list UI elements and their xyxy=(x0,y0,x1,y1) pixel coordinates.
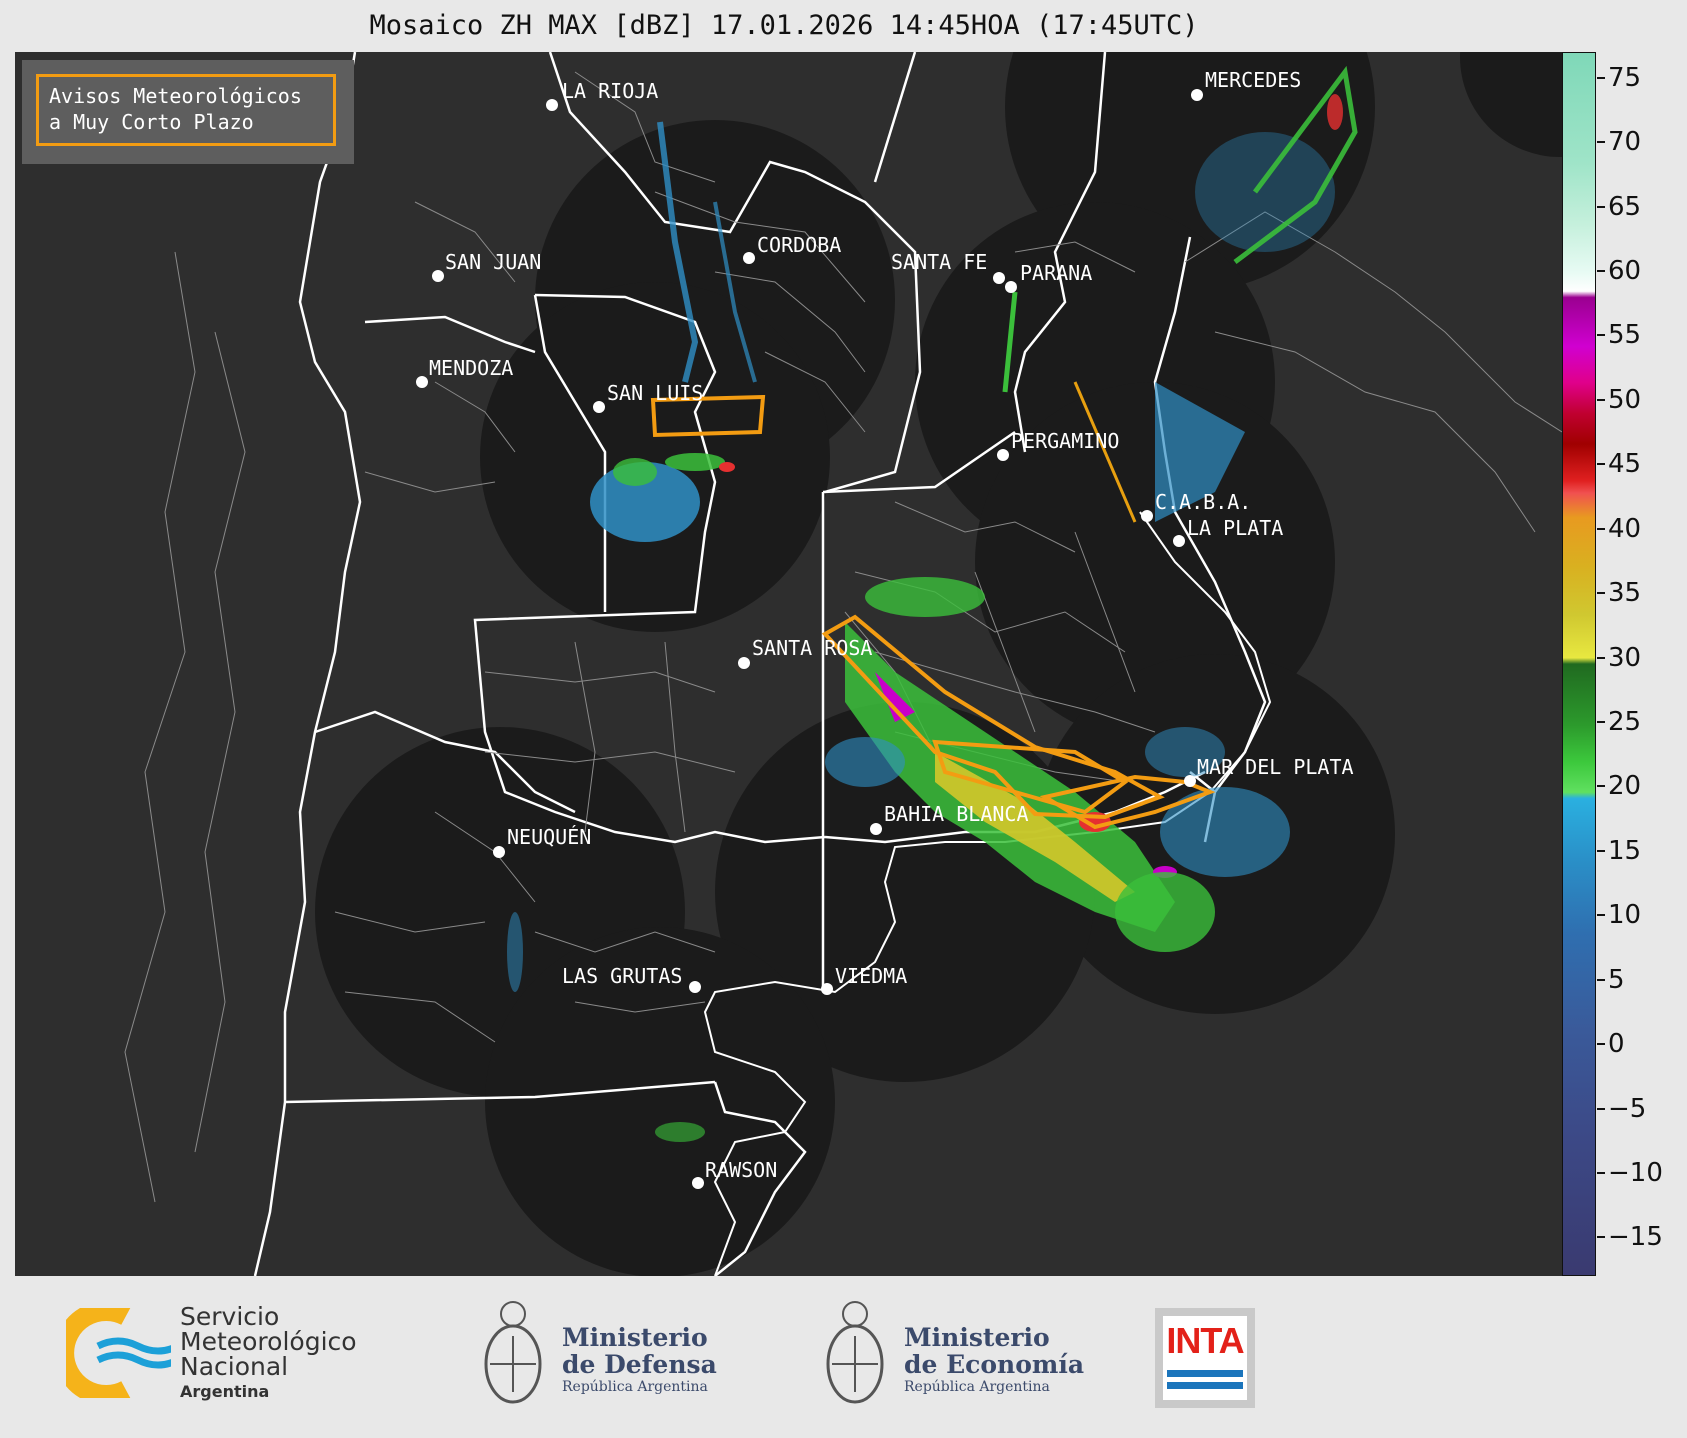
defensa-line-2: de Defensa xyxy=(562,1350,717,1379)
colorbar-tick-label: 70 xyxy=(1608,127,1642,158)
colorbar-tick xyxy=(1597,463,1605,466)
colorbar-tick xyxy=(1597,334,1605,337)
colorbar-tick-label: 60 xyxy=(1608,256,1642,287)
colorbar-tick-label: 15 xyxy=(1608,835,1642,866)
city-label: NEUQUÉN xyxy=(507,825,591,849)
colorbar-tick-label: 65 xyxy=(1608,191,1642,222)
city-label: VIEDMA xyxy=(835,964,907,988)
legend-line-1: Avisos Meteorológicos xyxy=(49,84,302,108)
smn-logo-icon xyxy=(54,1301,180,1405)
smn-line-1: Servicio xyxy=(180,1302,280,1331)
smn-name: Servicio Meteorológico Nacional Argentin… xyxy=(180,1304,357,1404)
warning-legend-frame: Avisos Meteorológicos a Muy Corto Plazo xyxy=(36,74,336,146)
city-label: PARANA xyxy=(1020,261,1092,285)
colorbar-tick-label: 35 xyxy=(1608,578,1642,609)
inta-logo: INTA xyxy=(1155,1308,1255,1408)
smn-line-3: Nacional xyxy=(180,1352,289,1381)
colorbar-tick-label: 10 xyxy=(1608,900,1642,931)
colorbar-tick-label: 20 xyxy=(1608,771,1642,802)
colorbar-tick xyxy=(1597,785,1605,788)
colorbar-tick xyxy=(1597,849,1605,852)
city-label: SANTA ROSA xyxy=(752,636,872,660)
economia-line-3: República Argentina xyxy=(904,1379,1050,1395)
city-label: SAN LUIS xyxy=(607,381,703,405)
colorbar-tick xyxy=(1597,76,1605,79)
colorbar-tick xyxy=(1597,978,1605,981)
colorbar-tick-label: 30 xyxy=(1608,642,1642,673)
colorbar-tick-label: 0 xyxy=(1608,1029,1625,1060)
colorbar-tick xyxy=(1597,720,1605,723)
colorbar-tick-label: 55 xyxy=(1608,320,1642,351)
city-label: SAN JUAN xyxy=(445,250,541,274)
inta-text: INTA xyxy=(1166,1320,1244,1361)
city-label: PERGAMINO xyxy=(1011,429,1119,453)
map-title: Mosaico ZH MAX [dBZ] 17.01.2026 14:45HOA… xyxy=(369,10,1199,41)
colorbar-tick xyxy=(1597,270,1605,273)
colorbar-tick xyxy=(1597,1043,1605,1046)
city-label: LAS GRUTAS xyxy=(562,964,682,988)
colorbar-tick xyxy=(1597,592,1605,595)
colorbar-tick xyxy=(1597,527,1605,530)
colorbar-tick-label: 50 xyxy=(1608,384,1642,415)
colorbar-tick xyxy=(1597,656,1605,659)
city-label: MERCEDES xyxy=(1205,68,1301,92)
city-label: MAR DEL PLATA xyxy=(1197,755,1354,779)
colorbar-tick-label: 25 xyxy=(1608,706,1642,737)
colorbar-tick-label: −15 xyxy=(1608,1222,1663,1253)
dbz-colorbar xyxy=(1562,52,1596,1276)
colorbar-tick xyxy=(1597,1236,1605,1239)
colorbar-tick-label: −5 xyxy=(1608,1093,1647,1124)
city-label: MENDOZA xyxy=(429,356,513,380)
warning-legend: Avisos Meteorológicos a Muy Corto Plazo xyxy=(22,60,354,164)
city-label: RAWSON xyxy=(705,1158,777,1182)
defensa-line-3: República Argentina xyxy=(562,1379,708,1395)
colorbar-tick-label: 75 xyxy=(1608,62,1642,93)
colorbar-tick xyxy=(1597,1171,1605,1174)
radar-map-canvas: LA RIOJA CORDOBA SAN JUAN SANTA FE PARAN… xyxy=(124,52,1562,1276)
defensa-line-1: Ministerio xyxy=(562,1323,708,1352)
radar-coverage xyxy=(315,52,1562,1276)
colorbar-tick xyxy=(1597,398,1605,401)
economia-text: Ministerio de Economía República Argenti… xyxy=(904,1324,1084,1396)
colorbar-tick-label: −10 xyxy=(1608,1157,1663,1188)
city-label: CORDOBA xyxy=(757,233,841,257)
economia-line-2: de Economía xyxy=(904,1350,1085,1379)
economia-line-1: Ministerio xyxy=(904,1323,1050,1352)
city-label: BAHIA BLANCA xyxy=(884,802,1029,826)
coat-of-arms-icon xyxy=(478,1296,548,1418)
colorbar-tick xyxy=(1597,205,1605,208)
coat-of-arms-icon xyxy=(820,1296,890,1418)
defensa-text: Ministerio de Defensa República Argentin… xyxy=(562,1324,717,1396)
legend-line-2: a Muy Corto Plazo xyxy=(49,110,254,134)
smn-line-4: Argentina xyxy=(180,1382,270,1401)
radar-map[interactable]: LA RIOJA CORDOBA SAN JUAN SANTA FE PARAN… xyxy=(15,52,1562,1276)
smn-line-2: Meteorológico xyxy=(180,1327,357,1356)
footer-logos: Servicio Meteorológico Nacional Argentin… xyxy=(0,1276,1687,1438)
colorbar-tick xyxy=(1597,914,1605,917)
city-label: LA PLATA xyxy=(1187,516,1283,540)
colorbar-tick xyxy=(1597,1107,1605,1110)
colorbar-tick xyxy=(1597,141,1605,144)
colorbar-tick-label: 5 xyxy=(1608,964,1625,995)
city-label: LA RIOJA xyxy=(562,79,658,103)
colorbar-tick-label: 45 xyxy=(1608,449,1642,480)
city-label: SANTA FE xyxy=(891,250,987,274)
colorbar-tick-label: 40 xyxy=(1608,513,1642,544)
city-label: C.A.B.A. xyxy=(1155,490,1251,514)
